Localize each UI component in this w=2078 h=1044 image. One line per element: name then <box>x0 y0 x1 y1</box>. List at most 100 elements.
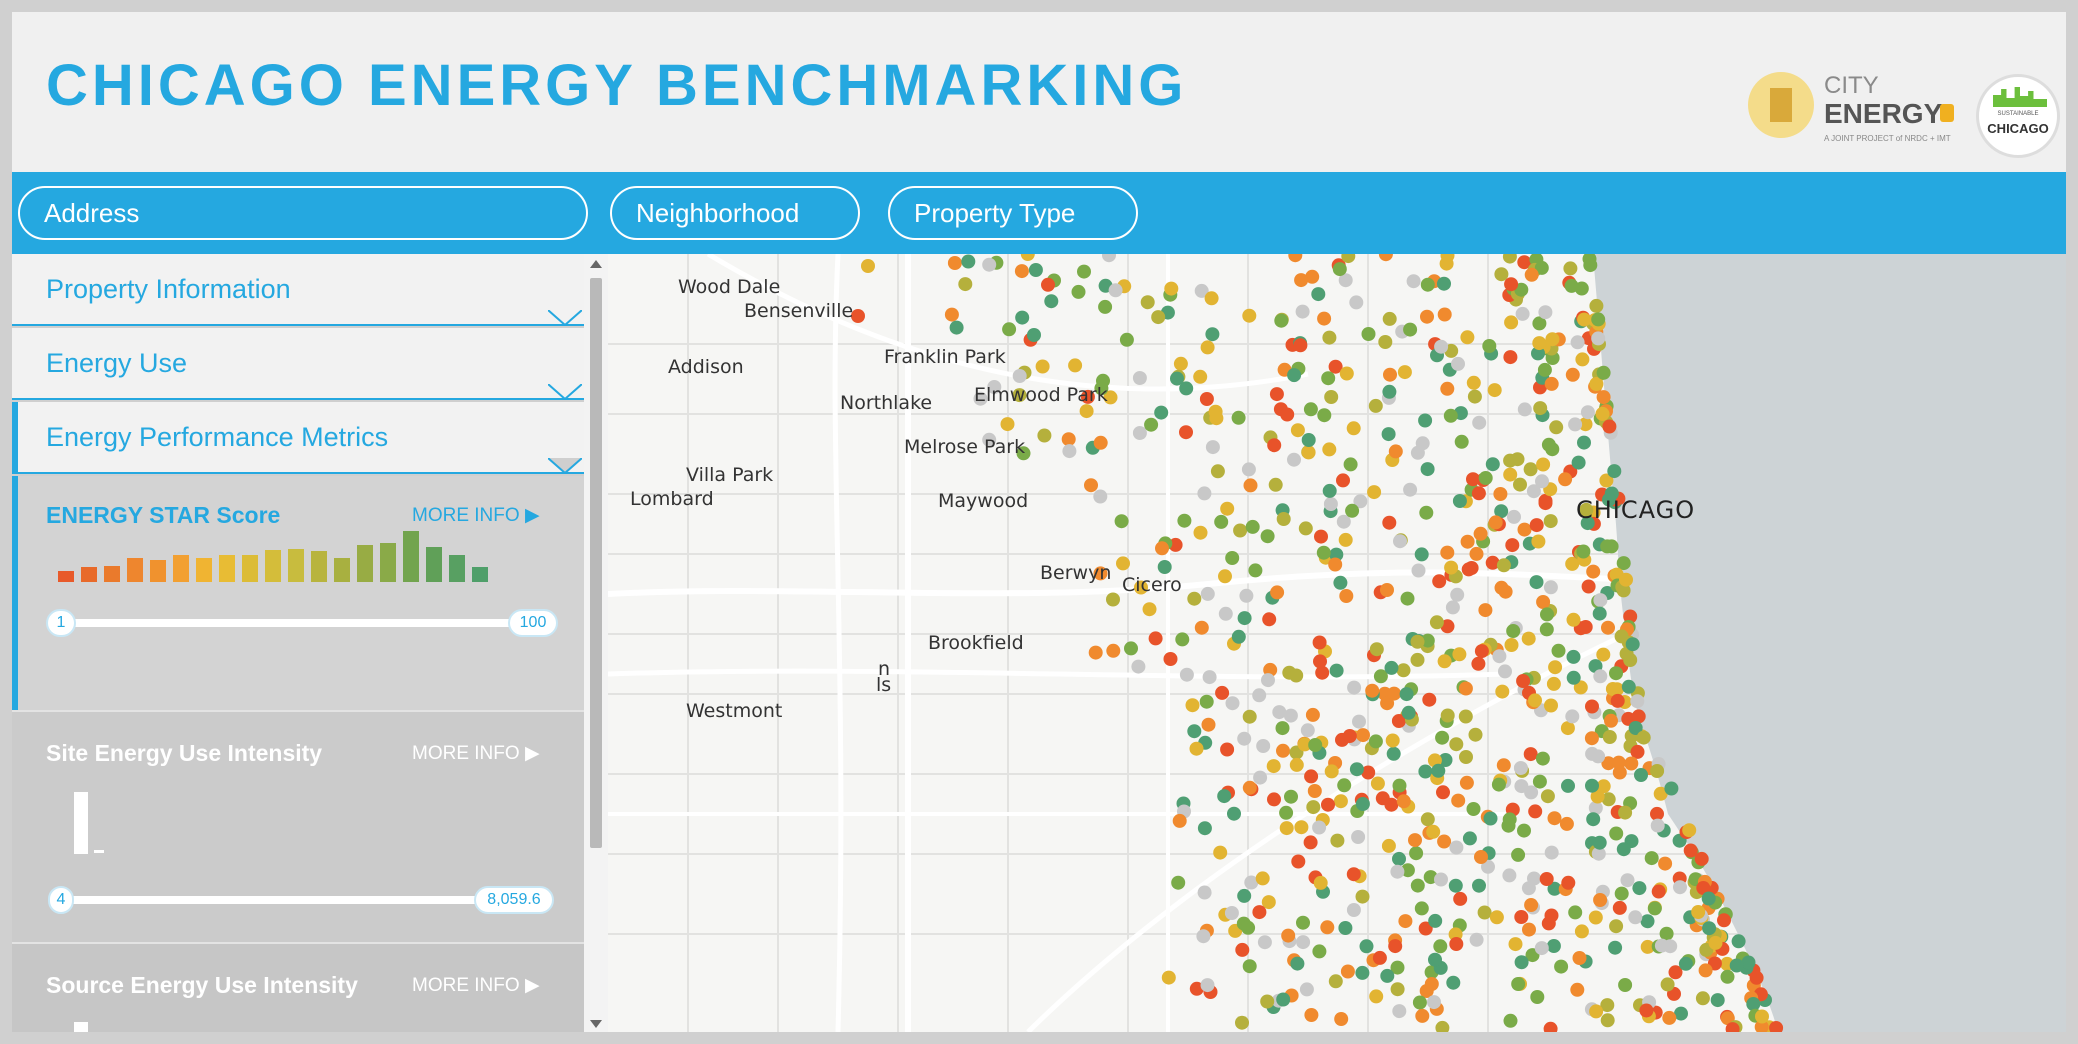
property-marker[interactable] <box>1381 838 1396 853</box>
property-marker[interactable] <box>1528 804 1543 819</box>
property-marker[interactable] <box>1355 797 1370 811</box>
property-marker[interactable] <box>1571 455 1586 470</box>
property-marker[interactable] <box>1214 514 1229 529</box>
property-marker[interactable] <box>1300 723 1315 738</box>
property-marker[interactable] <box>1636 730 1651 745</box>
property-marker[interactable] <box>1691 905 1706 919</box>
property-marker[interactable] <box>1346 867 1361 882</box>
property-marker[interactable] <box>1393 534 1407 549</box>
property-marker[interactable] <box>1440 545 1455 560</box>
property-marker[interactable] <box>1242 709 1257 724</box>
property-marker[interactable] <box>1205 327 1220 342</box>
property-marker[interactable] <box>1235 1015 1249 1030</box>
property-marker[interactable] <box>1607 464 1622 479</box>
property-marker[interactable] <box>1351 830 1366 844</box>
property-marker[interactable] <box>1427 995 1441 1010</box>
property-marker[interactable] <box>1596 390 1611 405</box>
property-marker[interactable] <box>1466 802 1481 816</box>
property-marker[interactable] <box>1544 845 1559 860</box>
property-marker[interactable] <box>1544 376 1559 391</box>
property-marker[interactable] <box>1503 453 1518 468</box>
property-marker[interactable] <box>1296 915 1310 930</box>
property-marker[interactable] <box>1131 659 1146 674</box>
property-marker[interactable] <box>1492 649 1507 664</box>
property-marker[interactable] <box>1440 381 1455 396</box>
property-marker[interactable] <box>1410 878 1425 893</box>
property-marker[interactable] <box>1267 438 1282 453</box>
property-marker[interactable] <box>1532 336 1547 351</box>
property-marker[interactable] <box>1521 881 1536 896</box>
energy-star-more-info-link[interactable]: MORE INFO ▶ <box>412 504 540 527</box>
property-marker[interactable] <box>1682 823 1697 838</box>
property-marker[interactable] <box>1662 1010 1677 1025</box>
property-marker[interactable] <box>1444 560 1459 575</box>
property-marker[interactable] <box>1517 402 1532 417</box>
property-marker[interactable] <box>1419 505 1434 520</box>
property-marker[interactable] <box>1466 375 1481 390</box>
property-marker[interactable] <box>1503 350 1518 365</box>
property-marker[interactable] <box>1303 835 1318 850</box>
property-marker[interactable] <box>1461 562 1476 577</box>
property-marker[interactable] <box>1291 854 1306 869</box>
property-marker[interactable] <box>1062 444 1077 459</box>
property-marker[interactable] <box>1369 989 1384 1004</box>
property-marker[interactable] <box>1015 310 1030 325</box>
property-marker[interactable] <box>1311 287 1326 302</box>
property-marker[interactable] <box>1359 939 1374 954</box>
property-marker[interactable] <box>1289 757 1304 772</box>
property-marker[interactable] <box>1507 509 1521 524</box>
property-marker[interactable] <box>1338 921 1353 935</box>
property-marker[interactable] <box>1434 872 1448 887</box>
property-marker[interactable] <box>1435 1020 1450 1032</box>
property-marker[interactable] <box>1414 901 1429 916</box>
property-marker[interactable] <box>1503 467 1518 482</box>
property-marker[interactable] <box>1231 629 1246 644</box>
property-marker[interactable] <box>1702 921 1717 936</box>
property-marker[interactable] <box>1355 889 1370 904</box>
property-marker[interactable] <box>1231 410 1246 425</box>
property-marker[interactable] <box>1609 826 1624 841</box>
property-marker[interactable] <box>1575 352 1590 367</box>
property-marker[interactable] <box>949 320 964 335</box>
property-marker[interactable] <box>1388 444 1403 459</box>
scrollbar-thumb[interactable] <box>590 278 602 848</box>
property-marker[interactable] <box>1538 305 1553 320</box>
property-marker[interactable] <box>1502 868 1517 883</box>
property-marker[interactable] <box>1290 423 1305 438</box>
property-marker[interactable] <box>1658 856 1673 871</box>
property-marker[interactable] <box>1274 313 1289 328</box>
property-marker[interactable] <box>1474 644 1489 659</box>
property-marker[interactable] <box>1451 356 1465 371</box>
property-marker[interactable] <box>1346 421 1361 436</box>
property-marker[interactable] <box>1200 340 1215 355</box>
property-marker[interactable] <box>1651 884 1666 899</box>
property-marker[interactable] <box>1177 513 1192 528</box>
property-marker[interactable] <box>1431 763 1446 778</box>
property-marker[interactable] <box>1068 358 1083 373</box>
property-marker[interactable] <box>1524 267 1539 282</box>
property-marker[interactable] <box>1187 724 1202 739</box>
property-marker[interactable] <box>1554 959 1569 974</box>
property-marker[interactable] <box>1339 366 1354 381</box>
property-marker[interactable] <box>1540 607 1554 622</box>
property-marker[interactable] <box>1106 643 1121 658</box>
property-marker[interactable] <box>1605 682 1620 696</box>
property-marker[interactable] <box>1000 417 1015 432</box>
property-marker[interactable] <box>1340 964 1355 979</box>
property-marker[interactable] <box>1618 978 1633 992</box>
property-marker[interactable] <box>1349 762 1364 777</box>
property-marker[interactable] <box>1449 737 1464 752</box>
property-marker[interactable] <box>1566 649 1581 664</box>
property-marker[interactable] <box>1528 693 1542 708</box>
property-marker[interactable] <box>1530 990 1545 1004</box>
property-marker[interactable] <box>1164 281 1179 296</box>
property-marker[interactable] <box>1308 738 1323 752</box>
property-marker[interactable] <box>1193 525 1208 540</box>
property-marker[interactable] <box>1392 851 1406 866</box>
property-marker[interactable] <box>1352 714 1366 729</box>
property-marker[interactable] <box>1543 514 1558 529</box>
property-marker[interactable] <box>1279 805 1294 820</box>
property-marker[interactable] <box>1583 258 1598 273</box>
map-canvas[interactable] <box>608 254 2066 1032</box>
property-marker[interactable] <box>1547 811 1562 826</box>
